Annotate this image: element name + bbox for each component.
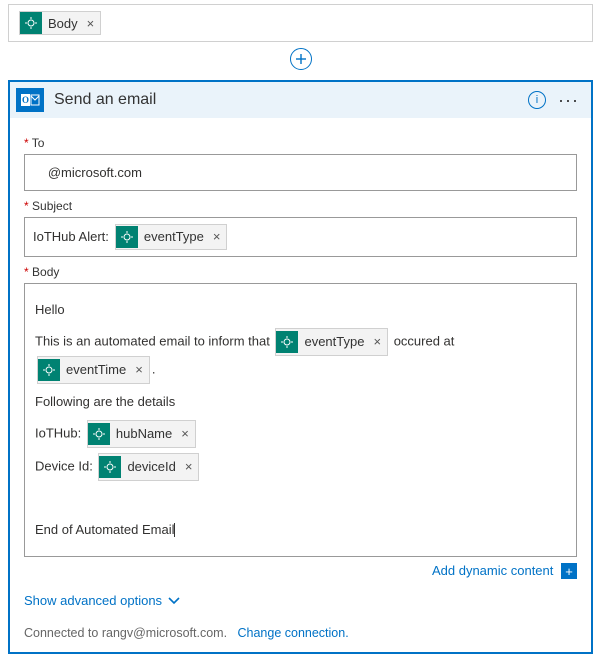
to-input[interactable]: @microsoft.com (24, 154, 577, 191)
close-icon[interactable]: × (84, 16, 98, 31)
token-deviceid[interactable]: deviceId × (98, 453, 199, 481)
card-header[interactable]: O Send an email i ··· (10, 82, 591, 118)
event-grid-icon (88, 423, 110, 445)
add-step-row (8, 48, 593, 70)
advanced-row: Show advanced options (24, 593, 577, 608)
dynamic-content-badge-icon[interactable]: + (561, 563, 577, 579)
to-value: @microsoft.com (48, 161, 142, 184)
event-grid-icon (38, 359, 60, 381)
body-line-details: Following are the details (35, 389, 566, 415)
close-icon[interactable]: × (210, 225, 224, 248)
token-eventtype[interactable]: eventType × (275, 328, 388, 356)
card-body: * To @microsoft.com * Subject IoTHub Ale… (10, 118, 591, 652)
body-line-hello: Hello (35, 297, 566, 323)
plus-icon (295, 53, 307, 65)
body-input[interactable]: Hello This is an automated email to info… (24, 283, 577, 557)
close-icon[interactable]: × (182, 454, 196, 480)
event-grid-icon (116, 226, 138, 248)
card-title: Send an email (54, 91, 518, 109)
close-icon[interactable]: × (178, 421, 192, 447)
token-eventtime[interactable]: eventTime × (37, 356, 150, 384)
add-step-button[interactable] (290, 48, 312, 70)
event-grid-icon (276, 331, 298, 353)
add-dynamic-content-link[interactable]: Add dynamic content (432, 563, 553, 578)
to-label: * To (24, 136, 577, 150)
previous-action-bar: Body × (8, 4, 593, 42)
close-icon[interactable]: × (370, 329, 384, 355)
svg-text:O: O (22, 95, 29, 105)
body-line-device: Device Id: deviceId × (35, 453, 566, 481)
text-cursor (174, 523, 175, 537)
connected-to-text: Connected to rangv@microsoft.com. (24, 626, 227, 640)
close-icon[interactable]: × (132, 357, 146, 383)
more-icon[interactable]: ··· (556, 96, 581, 105)
subject-label: * Subject (24, 199, 577, 213)
dynamic-content-row: Add dynamic content + (24, 563, 577, 580)
body-line-end: End of Automated Email (35, 517, 566, 543)
token-label: Body (48, 16, 78, 31)
info-icon[interactable]: i (528, 91, 546, 109)
outlook-icon: O (16, 88, 44, 112)
event-grid-icon (99, 456, 121, 478)
chevron-down-icon (168, 596, 180, 606)
body-label: * Body (24, 265, 577, 279)
token-eventtype[interactable]: eventType × (115, 224, 228, 249)
body-line-iothub: IoTHub: hubName × (35, 420, 566, 448)
change-connection-link[interactable]: Change connection. (237, 626, 348, 640)
subject-prefix: IoTHub Alert: (33, 225, 109, 248)
connection-footer: Connected to rangv@microsoft.com. Change… (24, 626, 577, 640)
send-email-card: O Send an email i ··· * To @microsoft.co… (8, 80, 593, 654)
token-body[interactable]: Body × (19, 11, 101, 35)
event-grid-icon (20, 12, 42, 34)
body-line-intro: This is an automated email to inform tha… (35, 328, 566, 384)
token-hubname[interactable]: hubName × (87, 420, 196, 448)
show-advanced-options-link[interactable]: Show advanced options (24, 593, 180, 608)
subject-input[interactable]: IoTHub Alert: eventType × (24, 217, 577, 256)
